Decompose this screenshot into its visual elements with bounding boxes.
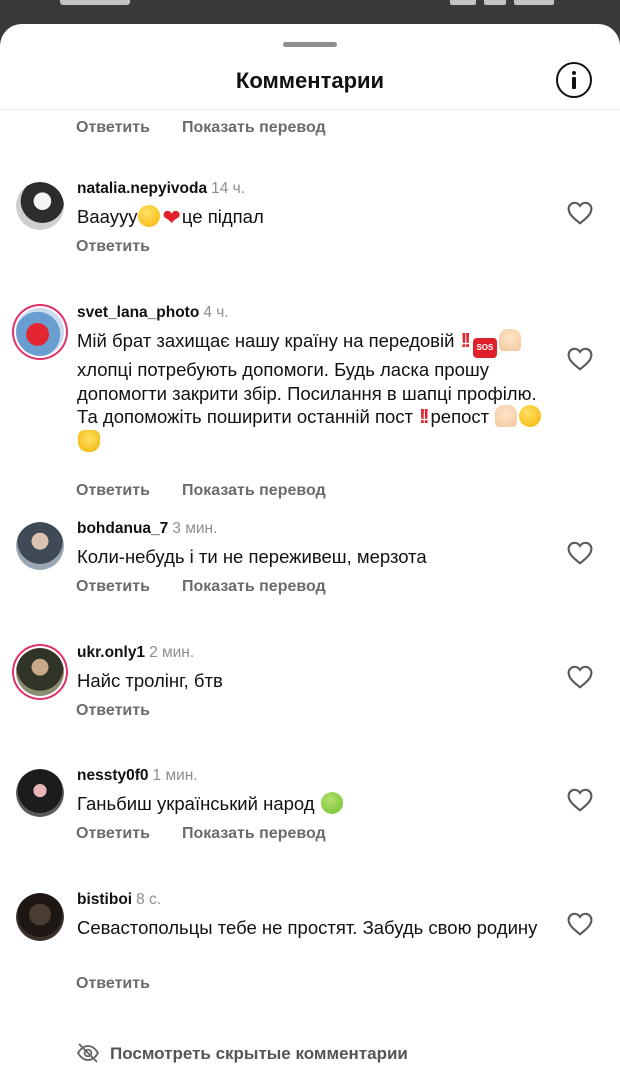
view-hidden-comments-button[interactable]: Посмотреть скрытые комментарии: [76, 1042, 408, 1064]
sos-icon: SOS: [472, 338, 497, 358]
heart-icon[interactable]: [567, 665, 593, 689]
comment-username[interactable]: bohdanua_7: [77, 520, 168, 537]
status-time: [60, 0, 130, 5]
comments-sheet: Комментарии Ответить Показать перевод na…: [0, 24, 620, 1080]
comment-username[interactable]: nessty0f0: [77, 767, 149, 784]
reply-button[interactable]: Ответить: [76, 825, 150, 843]
double-exclamation-icon: !!: [419, 406, 429, 428]
avatar[interactable]: [16, 648, 64, 696]
face-emoji-icon: [138, 205, 161, 227]
comment-time: 8 с.: [136, 891, 162, 908]
show-translation-button[interactable]: Показать перевод: [182, 119, 326, 137]
comment-text: Мій брат захищає нашу країну на передові…: [77, 329, 547, 453]
comment-time: 4 ч.: [203, 304, 229, 321]
comment-username[interactable]: bistiboi: [77, 891, 132, 908]
avatar[interactable]: [16, 893, 64, 941]
show-translation-button[interactable]: Показать перевод: [182, 825, 326, 843]
reply-button[interactable]: Ответить: [76, 702, 150, 720]
hidden-comments-label: Посмотреть скрытые комментарии: [110, 1044, 408, 1063]
comment-username[interactable]: natalia.nepyivoda: [77, 180, 207, 197]
double-exclamation-icon: !!: [460, 330, 471, 352]
eye-off-icon: [76, 1043, 100, 1063]
raised-hands-icon: [78, 429, 100, 452]
pleading-face-icon: [519, 405, 542, 427]
comment-text: Ваауyy ❤це підпал: [77, 205, 264, 230]
heart-icon[interactable]: [567, 541, 593, 565]
folded-hands-icon: [495, 405, 518, 427]
show-translation-button[interactable]: Показать перевод: [182, 578, 326, 596]
comments-header: Комментарии: [0, 54, 620, 110]
reply-button[interactable]: Ответить: [76, 238, 150, 256]
avatar[interactable]: [16, 522, 64, 570]
red-heart-emoji-icon: ❤: [162, 205, 181, 230]
comment-text: Коли-небудь і ти не переживеш, мерзота: [77, 546, 427, 567]
comment-time: 2 мин.: [149, 644, 195, 661]
status-bar: [0, 0, 620, 24]
comment-text: Найс тролінг, бтв: [77, 670, 223, 691]
avatar[interactable]: [16, 769, 64, 817]
status-indicators: [450, 0, 570, 5]
comment-text: Ганьбиш український народ: [77, 792, 547, 816]
comment-time: 3 мин.: [172, 520, 218, 537]
heart-icon[interactable]: [567, 201, 593, 225]
comment-username[interactable]: svet_lana_photo: [77, 304, 199, 321]
avatar[interactable]: [16, 308, 64, 356]
sheet-grabber[interactable]: [283, 42, 337, 47]
reply-button[interactable]: Ответить: [76, 975, 150, 993]
page-title: Комментарии: [235, 68, 385, 93]
nauseated-face-icon: [320, 792, 343, 814]
show-translation-button[interactable]: Показать перевод: [182, 482, 326, 500]
info-icon[interactable]: [556, 62, 592, 98]
avatar[interactable]: [16, 182, 64, 230]
comment-username[interactable]: ukr.only1: [77, 644, 145, 661]
comment-time: 14 ч.: [211, 180, 246, 197]
heart-icon[interactable]: [567, 347, 593, 371]
reply-button[interactable]: Ответить: [76, 119, 150, 137]
heart-icon[interactable]: [567, 788, 593, 812]
folded-hands-icon: [498, 329, 521, 351]
reply-button[interactable]: Ответить: [76, 578, 150, 596]
comment-time: 1 мин.: [152, 767, 198, 784]
comment-text: Севастопольцы тебе не простят. Забудь св…: [77, 917, 538, 938]
reply-button[interactable]: Ответить: [76, 482, 150, 500]
heart-icon[interactable]: [567, 912, 593, 936]
